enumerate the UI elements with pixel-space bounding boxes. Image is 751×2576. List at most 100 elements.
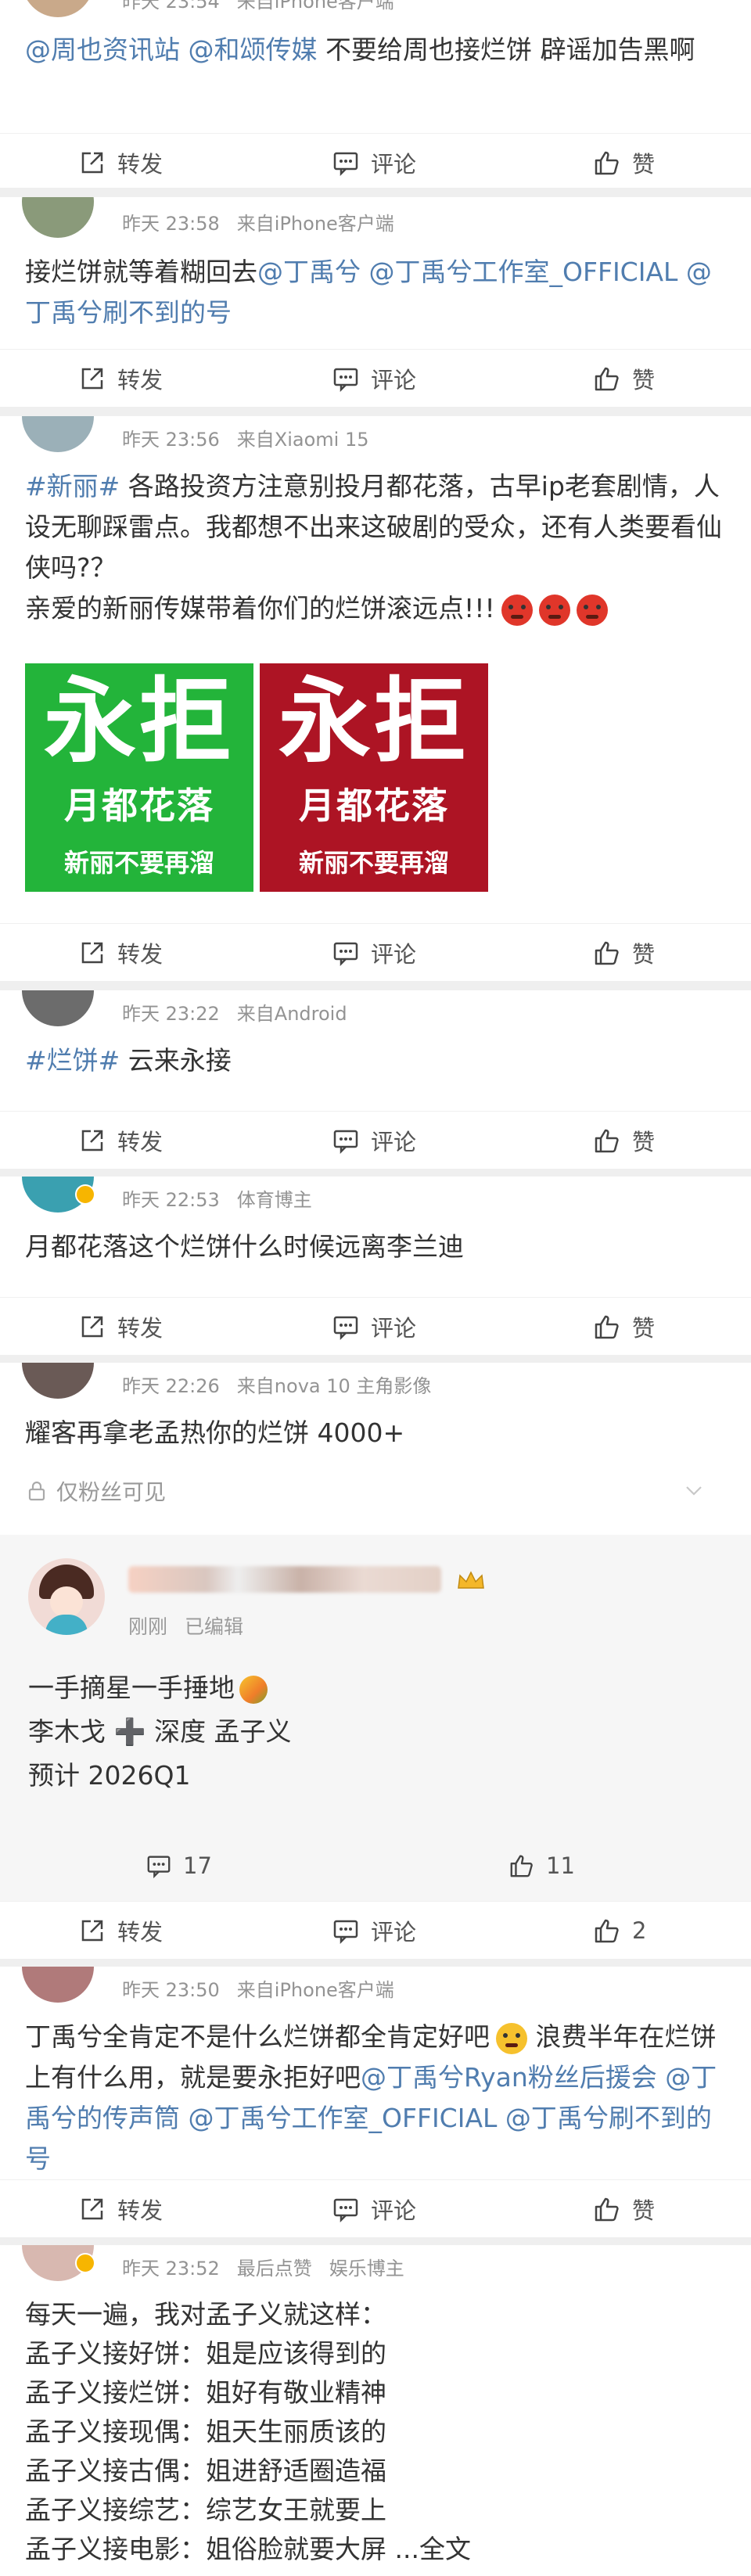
mention-link[interactable]: @丁禹兮Ryan粉丝后援会: [361, 2062, 657, 2093]
verified-badge-icon: [75, 2253, 95, 2273]
quote-actions: 17 11: [0, 1845, 751, 1892]
comment-button[interactable]: 评论: [332, 350, 416, 407]
thumbs-up-icon: [595, 151, 619, 175]
image-text: 永拒: [278, 666, 469, 775]
post-meta: 昨天 23:22 来自Android: [122, 1003, 347, 1025]
post-meta: 昨天 23:56 来自Xiaomi 15: [122, 429, 369, 451]
post-2: 昨天 23:58 来自iPhone客户端 接烂饼就等着糊回去@丁禹兮 @丁禹兮工作…: [0, 197, 751, 407]
mention-link[interactable]: @丁禹兮工作室_OFFICIAL: [369, 257, 678, 287]
thumbs-up-icon: [595, 2197, 619, 2222]
post-3: 昨天 23:56 来自Xiaomi 15 #新丽# 各路投资方注意别投月都花落，古…: [0, 416, 751, 981]
hashtag-link[interactable]: #新丽#: [25, 471, 120, 501]
verified-badge-icon: [75, 1184, 95, 1205]
mango-emoji-icon: [239, 1675, 268, 1704]
comment-icon: [333, 1316, 358, 1341]
post-text: 接烂饼就等着糊回去@丁禹兮 @丁禹兮工作室_OFFICIAL @丁禹兮刷不到的号: [25, 257, 712, 328]
mention-link[interactable]: @和颂传媒: [189, 34, 318, 65]
action-bar: 转发 评论 赞: [0, 349, 751, 407]
share-button[interactable]: 转发: [78, 2180, 163, 2237]
weibo-feed: 昨天 23:54 来自iPhone客户端 @周也资讯站 @和颂传媒 不要给周也接烂…: [0, 0, 751, 2576]
post-4: 昨天 23:22 来自Android #烂饼# 云来永接 转发 评论 赞: [0, 990, 751, 1169]
visibility-row: 仅粉丝可见: [25, 1475, 706, 1507]
angry-emoji-icon: [501, 594, 533, 626]
avatar[interactable]: [22, 1363, 94, 1399]
post-image-red[interactable]: 永拒 月都花落 新丽不要再溜: [260, 663, 488, 892]
share-button[interactable]: 转发: [78, 1112, 163, 1169]
post-8: 昨天 23:52 最后点赞 娱乐博主 每天一遍，我对孟子义就这样： 孟子义接好饼：姐…: [0, 2245, 751, 2576]
post-text: #烂饼# 云来永接: [25, 1045, 232, 1076]
post-meta: 昨天 22:26 来自nova 10 主角影像: [122, 1375, 432, 1397]
share-button[interactable]: 转发: [78, 1902, 163, 1959]
like-button[interactable]: 赞: [593, 2180, 655, 2237]
action-bar: 转发 评论 赞: [0, 133, 751, 188]
quote-like-button[interactable]: 11: [508, 1852, 575, 1879]
avatar[interactable]: [22, 1967, 94, 2003]
mention-link[interactable]: @丁禹兮工作室_OFFICIAL: [189, 2103, 498, 2133]
image-text: 月都花落: [64, 785, 214, 827]
blurred-username: [128, 1566, 441, 1593]
image-text: 新丽不要再溜: [298, 848, 449, 878]
like-button[interactable]: 赞: [593, 350, 655, 407]
thumbs-up-icon: [595, 941, 619, 965]
image-text: 永拒: [43, 666, 235, 775]
comment-icon: [333, 1130, 358, 1155]
comment-button[interactable]: 评论: [332, 2180, 416, 2237]
lock-icon: [28, 1481, 45, 1501]
mention-link[interactable]: @丁禹兮: [257, 257, 361, 287]
post-text: 月都花落这个烂饼什么时候远离李兰迪: [25, 1231, 464, 1262]
crown-icon: [458, 1571, 484, 1589]
quote-comment-button[interactable]: 17: [146, 1852, 212, 1879]
thumbs-up-icon: [595, 1129, 619, 1153]
thumbs-up-icon: [595, 1315, 619, 1339]
avatar[interactable]: [22, 990, 94, 1026]
angry-emoji-icon: [538, 594, 570, 626]
thumbs-up-icon: [595, 367, 619, 391]
share-button[interactable]: 转发: [78, 134, 163, 188]
avatar[interactable]: [28, 1558, 105, 1635]
share-button[interactable]: 转发: [78, 350, 163, 407]
chevron-down-icon[interactable]: [682, 1479, 706, 1503]
avatar[interactable]: [22, 0, 94, 17]
comment-meta: 刚刚 已编辑: [128, 1615, 244, 1638]
post-text: #新丽# 各路投资方注意别投月都花落，古早ip老套剧情，人设无聊踩雷点。我都想不…: [25, 466, 729, 629]
like-button[interactable]: 赞: [593, 1112, 655, 1169]
share-icon: [81, 1316, 103, 1338]
avatar[interactable]: [22, 197, 94, 238]
angry-emoji-icon: [576, 594, 608, 626]
like-button[interactable]: 2: [593, 1902, 646, 1959]
quoted-comment[interactable]: 刚刚 已编辑 一手摘星一手捶地 李木戈 ➕ 深度 孟子义 预计 2026Q1 17…: [0, 1535, 751, 1901]
action-bar: 转发 评论 赞: [0, 923, 751, 981]
comment-icon: [333, 2198, 358, 2223]
post-text: @周也资讯站 @和颂传媒 不要给周也接烂饼 辟谣加告黑啊: [25, 34, 695, 65]
comment-button[interactable]: 评论: [332, 1298, 416, 1355]
post-meta: 昨天 23:50 来自iPhone客户端: [122, 1979, 394, 2001]
action-bar: 转发 评论 2: [0, 1901, 751, 1959]
hashtag-link[interactable]: #烂饼#: [25, 1045, 120, 1076]
post-meta: 昨天 22:53 体育博主: [122, 1189, 312, 1211]
post-6: 昨天 22:26 来自nova 10 主角影像 耀客再拿老孟热你的烂饼 4000+…: [0, 1363, 751, 1959]
post-meta: 昨天 23:52 最后点赞 娱乐博主: [122, 2258, 404, 2280]
mention-link[interactable]: @周也资讯站: [25, 34, 180, 65]
image-text: 月都花落: [299, 785, 449, 827]
like-button[interactable]: 赞: [593, 134, 655, 188]
post-image-green[interactable]: 永拒 月都花落 新丽不要再溜: [25, 663, 253, 892]
share-icon: [81, 942, 103, 964]
share-icon: [81, 152, 103, 174]
share-button[interactable]: 转发: [78, 924, 163, 981]
thumbs-up-icon: [510, 1855, 533, 1877]
comment-button[interactable]: 评论: [332, 1112, 416, 1169]
like-button[interactable]: 赞: [593, 924, 655, 981]
thumbs-up-icon: [595, 1919, 619, 1943]
comment-icon: [147, 1856, 171, 1879]
comment-button[interactable]: 评论: [332, 1902, 416, 1959]
smile-emoji-icon: [496, 2022, 527, 2054]
comment-icon: [333, 1920, 358, 1945]
comment-icon: [333, 152, 358, 177]
like-button[interactable]: 赞: [593, 1298, 655, 1355]
comment-button[interactable]: 评论: [332, 134, 416, 188]
image-text: 新丽不要再溜: [63, 848, 214, 878]
avatar[interactable]: [22, 416, 94, 452]
comment-button[interactable]: 评论: [332, 924, 416, 981]
share-button[interactable]: 转发: [78, 1298, 163, 1355]
post-1: 昨天 23:54 来自iPhone客户端 @周也资讯站 @和颂传媒 不要给周也接烂…: [0, 0, 751, 188]
